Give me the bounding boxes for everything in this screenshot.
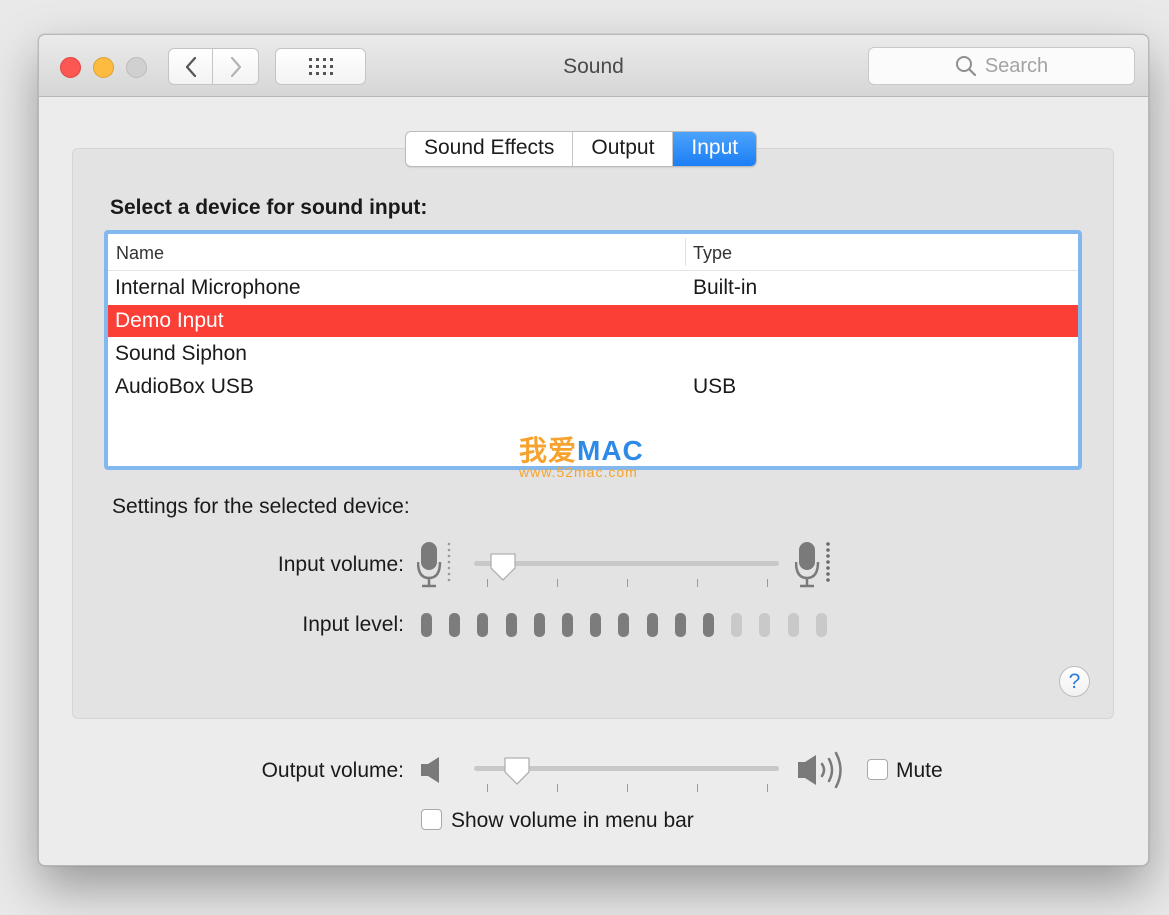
title-bar: Sound Search <box>39 35 1148 97</box>
level-bar <box>759 613 771 637</box>
table-header: Name Type <box>108 234 1078 271</box>
level-bar <box>505 613 517 637</box>
sound-preferences-window: Sound Search Sound Effects Output Input … <box>38 34 1149 866</box>
level-bar <box>618 613 630 637</box>
tab-control: Sound Effects Output Input <box>405 131 758 167</box>
device-name: Internal Microphone <box>115 276 301 299</box>
input-volume-knob[interactable] <box>488 551 518 583</box>
device-table: Name Type Internal Microphone Built-in D… <box>104 230 1082 470</box>
device-row-internal-microphone[interactable]: Internal Microphone Built-in <box>108 272 1078 304</box>
output-volume-label: Output volume: <box>261 759 404 782</box>
help-button[interactable]: ? <box>1059 666 1090 697</box>
device-name: AudioBox USB <box>115 375 254 398</box>
level-bar <box>449 613 461 637</box>
slider-tick <box>767 784 768 792</box>
microphone-low-icon <box>417 542 451 588</box>
column-divider <box>685 238 686 266</box>
device-row-sound-siphon[interactable]: Sound Siphon <box>108 338 1078 370</box>
device-list-heading: Select a device for sound input: <box>110 196 428 219</box>
level-bar <box>815 613 827 637</box>
input-volume-label: Input volume: <box>277 553 404 576</box>
output-volume-knob[interactable] <box>502 755 532 787</box>
tab-input[interactable]: Input <box>673 132 757 166</box>
show-volume-menu-bar-label: Show volume in menu bar <box>451 809 694 832</box>
level-bar <box>533 613 545 637</box>
level-bar <box>562 613 573 637</box>
slider-tick <box>627 784 628 792</box>
slider-tick <box>627 579 628 587</box>
level-bar <box>646 613 658 637</box>
settings-heading: Settings for the selected device: <box>112 495 410 518</box>
level-bar <box>421 613 432 637</box>
level-bar <box>703 613 714 637</box>
input-level-label: Input level: <box>302 613 404 636</box>
level-bar <box>731 613 743 637</box>
speaker-high-icon <box>798 751 842 789</box>
device-type: Built-in <box>693 276 758 299</box>
search-placeholder: Search <box>984 54 1049 77</box>
column-header-name[interactable]: Name <box>116 243 164 264</box>
slider-tick <box>697 784 698 792</box>
device-type: USB <box>693 375 737 398</box>
speaker-low-icon <box>421 757 439 783</box>
slider-tick <box>487 784 488 792</box>
device-name: Demo Input <box>115 309 224 332</box>
slider-tick <box>697 579 698 587</box>
watermark-logo: 我爱MAC www.52mac.com <box>519 435 644 481</box>
column-header-type[interactable]: Type <box>693 243 732 264</box>
show-volume-menu-bar-checkbox[interactable] <box>421 809 442 830</box>
level-bar <box>674 613 686 637</box>
search-field[interactable]: Search <box>868 47 1135 85</box>
search-icon <box>955 56 976 77</box>
device-row-demo-input[interactable]: Demo Input <box>108 305 1078 337</box>
level-bar <box>477 613 489 637</box>
mute-label: Mute <box>896 759 943 782</box>
input-volume-track[interactable] <box>474 561 779 566</box>
mute-checkbox[interactable] <box>867 759 888 780</box>
tab-output[interactable]: Output <box>573 132 674 166</box>
device-name: Sound Siphon <box>115 342 247 365</box>
watermark-brand: 我爱MAC <box>519 435 644 466</box>
level-bar <box>787 613 799 637</box>
slider-tick <box>557 579 558 587</box>
tab-sound-effects[interactable]: Sound Effects <box>406 132 574 166</box>
slider-tick <box>557 784 558 792</box>
slider-tick <box>767 579 768 587</box>
level-bar <box>590 613 602 637</box>
device-row-audiobox-usb[interactable]: AudioBox USB USB <box>108 371 1078 403</box>
microphone-high-icon <box>795 542 830 588</box>
watermark-url: www.52mac.com <box>519 464 638 480</box>
